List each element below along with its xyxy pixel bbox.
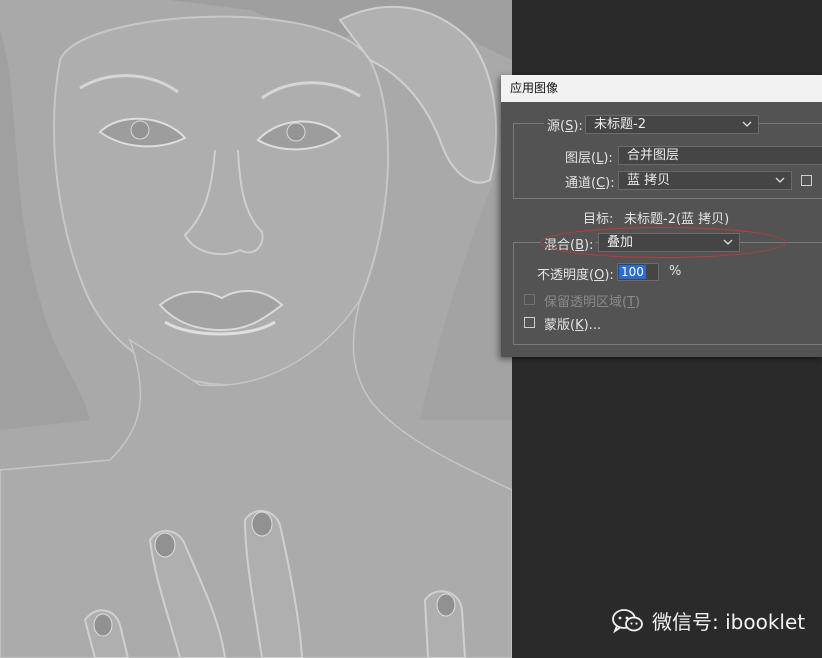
wechat-icon bbox=[612, 608, 643, 633]
opacity-unit: % bbox=[669, 264, 682, 279]
channel-label: 通道(C): bbox=[565, 176, 615, 191]
mask-label[interactable]: 蒙版(K)... bbox=[544, 314, 601, 333]
opacity-input[interactable]: 100 bbox=[617, 263, 659, 281]
blending-label: 混合(B): bbox=[541, 234, 597, 253]
preserve-transparency-checkbox[interactable] bbox=[524, 294, 535, 305]
watermark: 微信号: ibooklet bbox=[612, 606, 805, 635]
source-select[interactable]: 未标题-2 bbox=[585, 115, 759, 134]
target-label: 目标: bbox=[583, 212, 614, 227]
image-canvas[interactable] bbox=[0, 0, 512, 658]
opacity-value: 100 bbox=[619, 265, 646, 279]
channel-select[interactable]: 蓝 拷贝 bbox=[618, 171, 792, 190]
dialog-title[interactable]: 应用图像 bbox=[501, 75, 822, 102]
chevron-down-icon bbox=[742, 116, 752, 133]
source-label: 源(S): bbox=[544, 115, 586, 134]
layer-select[interactable]: 合并图层 bbox=[618, 146, 822, 165]
apply-image-dialog: 应用图像 源(S): 未标题-2 图层(L): 合并图层 通道(C): 蓝 拷贝… bbox=[501, 75, 822, 357]
layer-label: 图层(L): bbox=[565, 151, 613, 166]
portrait-image bbox=[0, 0, 512, 658]
mask-checkbox[interactable] bbox=[524, 317, 535, 328]
blending-select[interactable]: 叠加 bbox=[598, 233, 740, 252]
preserve-transparency-label: 保留透明区域(T) bbox=[544, 295, 641, 310]
target-value: 未标题-2(蓝 拷贝) bbox=[624, 212, 730, 227]
watermark-text: 微信号: ibooklet bbox=[652, 610, 806, 634]
invert-checkbox[interactable] bbox=[801, 175, 812, 186]
chevron-down-icon bbox=[775, 172, 785, 189]
opacity-label: 不透明度(O): bbox=[537, 268, 614, 283]
chevron-down-icon bbox=[723, 234, 733, 251]
